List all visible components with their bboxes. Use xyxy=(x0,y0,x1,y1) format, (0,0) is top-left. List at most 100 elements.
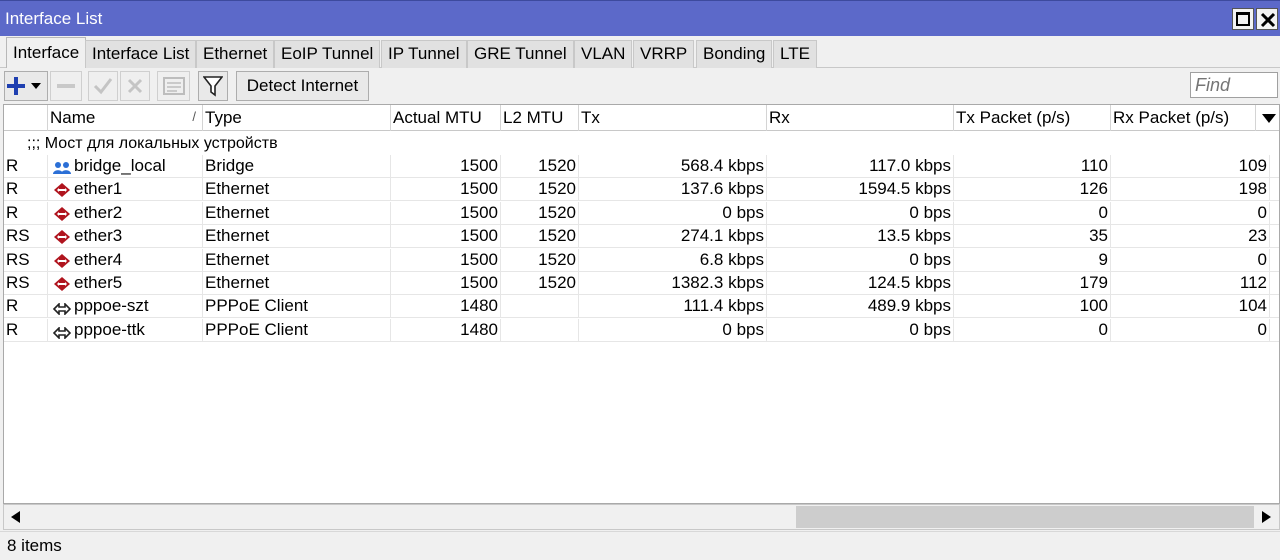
tab-vrrp[interactable]: VRRP xyxy=(633,40,695,68)
table-row[interactable]: RS ether4 Ethernet 1500 1520 6.8 kbps 0 bps 9 0 xyxy=(4,248,1279,272)
status-bar: 8 items xyxy=(0,531,1280,560)
horizontal-scrollbar[interactable] xyxy=(3,504,1280,530)
column-header-rx-packet[interactable]: Rx Packet (p/s) xyxy=(1111,105,1256,131)
scrollbar-thumb[interactable] xyxy=(796,506,1254,528)
cell-name: ether1 xyxy=(48,178,203,202)
cell-actual-mtu: 1480 xyxy=(391,295,501,319)
ethernet-icon xyxy=(53,206,71,225)
tab-ip-tunnel[interactable]: IP Tunnel xyxy=(381,40,467,68)
cell-flags: R xyxy=(4,155,48,178)
chevron-down-icon xyxy=(1262,114,1276,123)
close-button[interactable] xyxy=(1256,8,1278,30)
cell-rx-packet: 112 xyxy=(1111,272,1270,295)
cell-l2-mtu: 1520 xyxy=(501,155,579,178)
cell-tx-packet: 35 xyxy=(954,225,1111,249)
cell-tx: 0 bps xyxy=(579,318,767,342)
table-row[interactable]: RS ether3 Ethernet 1500 1520 274.1 kbps 13.5 k… xyxy=(4,225,1279,249)
cell-rx: 0 bps xyxy=(767,318,954,342)
disable-button[interactable] xyxy=(120,71,150,101)
cell-rx: 117.0 kbps xyxy=(767,155,954,178)
cell-rx: 1594.5 kbps xyxy=(767,178,954,202)
column-header-tx-packet[interactable]: Tx Packet (p/s) xyxy=(954,105,1111,131)
dropdown-arrow-icon xyxy=(31,83,41,89)
filter-button[interactable] xyxy=(198,71,228,101)
detect-internet-button[interactable]: Detect Internet xyxy=(236,71,369,101)
minus-icon xyxy=(57,84,75,88)
find-input[interactable] xyxy=(1190,72,1278,98)
tab-interface[interactable]: Interface xyxy=(6,37,87,69)
ethernet-icon xyxy=(53,276,71,295)
cell-l2-mtu: 1520 xyxy=(501,272,579,295)
add-button[interactable] xyxy=(4,71,48,101)
maximize-button[interactable] xyxy=(1232,8,1254,30)
tab-ethernet[interactable]: Ethernet xyxy=(196,40,275,68)
table-row[interactable]: Rpppoe-ttk PPPoE Client 1480 0 bps 0 bps 0 0 xyxy=(4,318,1279,342)
pppoe-icon xyxy=(52,323,72,342)
column-header-rx[interactable]: Rx xyxy=(767,105,954,131)
cell-flags: RS xyxy=(4,272,48,295)
cell-rx: 124.5 kbps xyxy=(767,272,954,295)
tab-lte[interactable]: LTE xyxy=(773,40,817,68)
remove-button[interactable] xyxy=(50,71,82,101)
cell-tx: 6.8 kbps xyxy=(579,248,767,272)
cell-l2-mtu: 1520 xyxy=(501,201,579,225)
close-icon xyxy=(1260,12,1276,28)
cell-tx: 1382.3 kbps xyxy=(579,272,767,295)
cell-tx: 0 bps xyxy=(579,201,767,225)
cell-rx: 0 bps xyxy=(767,201,954,225)
table-row[interactable]: Rbridge_local Bridge 1500 1520 568.4 kbps 117… xyxy=(4,155,1279,178)
cell-tx: 137.6 kbps xyxy=(579,178,767,202)
table-row[interactable]: Rether1 Ethernet 1500 1520 137.6 kbps 1594.5 … xyxy=(4,178,1279,202)
column-header-type[interactable]: Type xyxy=(203,105,391,131)
tab-bar: Interface Interface List Ethernet EoIP T… xyxy=(0,36,1280,69)
filter-icon xyxy=(203,76,223,97)
cell-flags: R xyxy=(4,178,48,202)
cell-flags: RS xyxy=(4,225,48,249)
window-title: Interface List xyxy=(5,9,103,28)
table-row[interactable]: RS ether5 Ethernet 1500 1520 1382.3 kbps 124.5… xyxy=(4,272,1279,295)
column-header-flags[interactable] xyxy=(4,105,48,131)
cell-name: bridge_local xyxy=(48,155,203,178)
cell-actual-mtu: 1500 xyxy=(391,201,501,225)
cell-rx-packet: 23 xyxy=(1111,225,1270,249)
cell-type: PPPoE Client xyxy=(203,318,391,342)
tab-interface-list[interactable]: Interface List xyxy=(85,40,197,68)
tab-eoip-tunnel[interactable]: EoIP Tunnel xyxy=(274,40,381,68)
cell-name: pppoe-ttk xyxy=(48,318,203,342)
enable-button[interactable] xyxy=(88,71,118,101)
toolbar: Detect Internet xyxy=(0,68,1280,104)
scroll-right-button[interactable] xyxy=(1255,505,1279,529)
cell-name: ether5 xyxy=(48,272,203,295)
cell-tx-packet: 9 xyxy=(954,248,1111,272)
tab-bonding[interactable]: Bonding xyxy=(696,40,773,68)
ethernet-icon xyxy=(53,229,71,248)
cell-l2-mtu xyxy=(501,295,579,319)
cell-rx: 0 bps xyxy=(767,248,954,272)
ethernet-icon xyxy=(53,253,71,272)
column-header-tx[interactable]: Tx xyxy=(579,105,767,131)
tab-gre-tunnel[interactable]: GRE Tunnel xyxy=(467,40,574,68)
column-header-l2-mtu[interactable]: L2 MTU xyxy=(501,105,579,131)
maximize-icon xyxy=(1236,12,1250,26)
cell-rx-packet: 0 xyxy=(1111,248,1270,272)
comment-button[interactable] xyxy=(157,71,190,101)
cell-actual-mtu: 1500 xyxy=(391,178,501,202)
cell-flags: R xyxy=(4,295,48,319)
column-name-label: Name xyxy=(50,108,96,127)
cell-tx-packet: 179 xyxy=(954,272,1111,295)
items-count: 8 items xyxy=(7,536,62,555)
cell-l2-mtu: 1520 xyxy=(501,178,579,202)
column-header-actual-mtu[interactable]: Actual MTU xyxy=(391,105,501,131)
column-header-name[interactable]: Name / xyxy=(48,105,203,131)
cell-tx-packet: 0 xyxy=(954,318,1111,342)
table-row[interactable]: Rpppoe-szt PPPoE Client 1480 111.4 kbps 489.… xyxy=(4,295,1279,319)
cell-name: pppoe-szt xyxy=(48,295,203,319)
cell-tx-packet: 0 xyxy=(954,201,1111,225)
cell-rx-packet: 198 xyxy=(1111,178,1270,202)
cell-flags: RS xyxy=(4,248,48,272)
cell-name: ether4 xyxy=(48,248,203,272)
column-menu-button[interactable] xyxy=(1256,105,1279,131)
tab-vlan[interactable]: VLAN xyxy=(574,40,633,68)
scroll-left-button[interactable] xyxy=(4,505,28,529)
table-row[interactable]: Rether2 Ethernet 1500 1520 0 bps 0 bps 0 0 xyxy=(4,201,1279,225)
